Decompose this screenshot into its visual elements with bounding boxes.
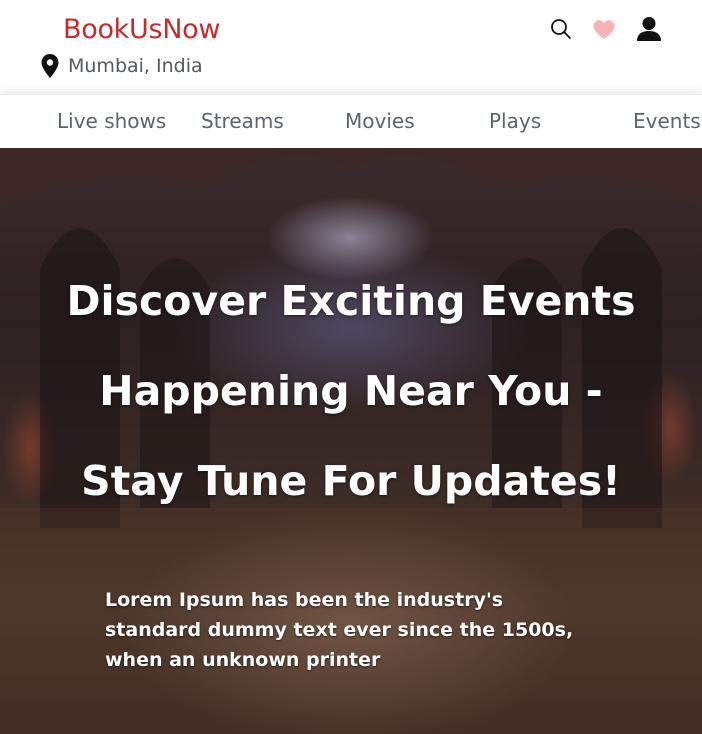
brand-logo[interactable]: BookUsNow [63, 14, 220, 45]
hero-banner: Discover Exciting Events Happening Near … [0, 148, 702, 734]
nav-item-movies[interactable]: Movies [345, 109, 415, 133]
header: BookUsNow Mumbai, India [0, 0, 702, 94]
hero-title-line-1: Discover Exciting Events [66, 277, 636, 325]
hero-title-line-3: Stay Tune For Updates! [81, 457, 621, 505]
nav-item-live-shows[interactable]: Live shows [57, 109, 166, 133]
nav-item-plays[interactable]: Plays [489, 109, 541, 133]
location-pin-icon [41, 54, 59, 78]
nav-item-events[interactable]: Events [633, 109, 701, 133]
nav-item-streams[interactable]: Streams [201, 109, 284, 133]
header-actions [550, 16, 662, 42]
heart-icon[interactable] [592, 19, 616, 40]
category-nav: Live shows Streams Movies Plays Events [0, 94, 702, 148]
hero-title-line-2: Happening Near You - [99, 367, 603, 415]
user-icon[interactable] [636, 16, 662, 42]
location[interactable]: Mumbai, India [40, 53, 203, 79]
location-label: Mumbai, India [68, 55, 203, 77]
hero-description: Lorem Ipsum has been the industry's stan… [105, 589, 574, 671]
search-icon[interactable] [550, 18, 572, 40]
